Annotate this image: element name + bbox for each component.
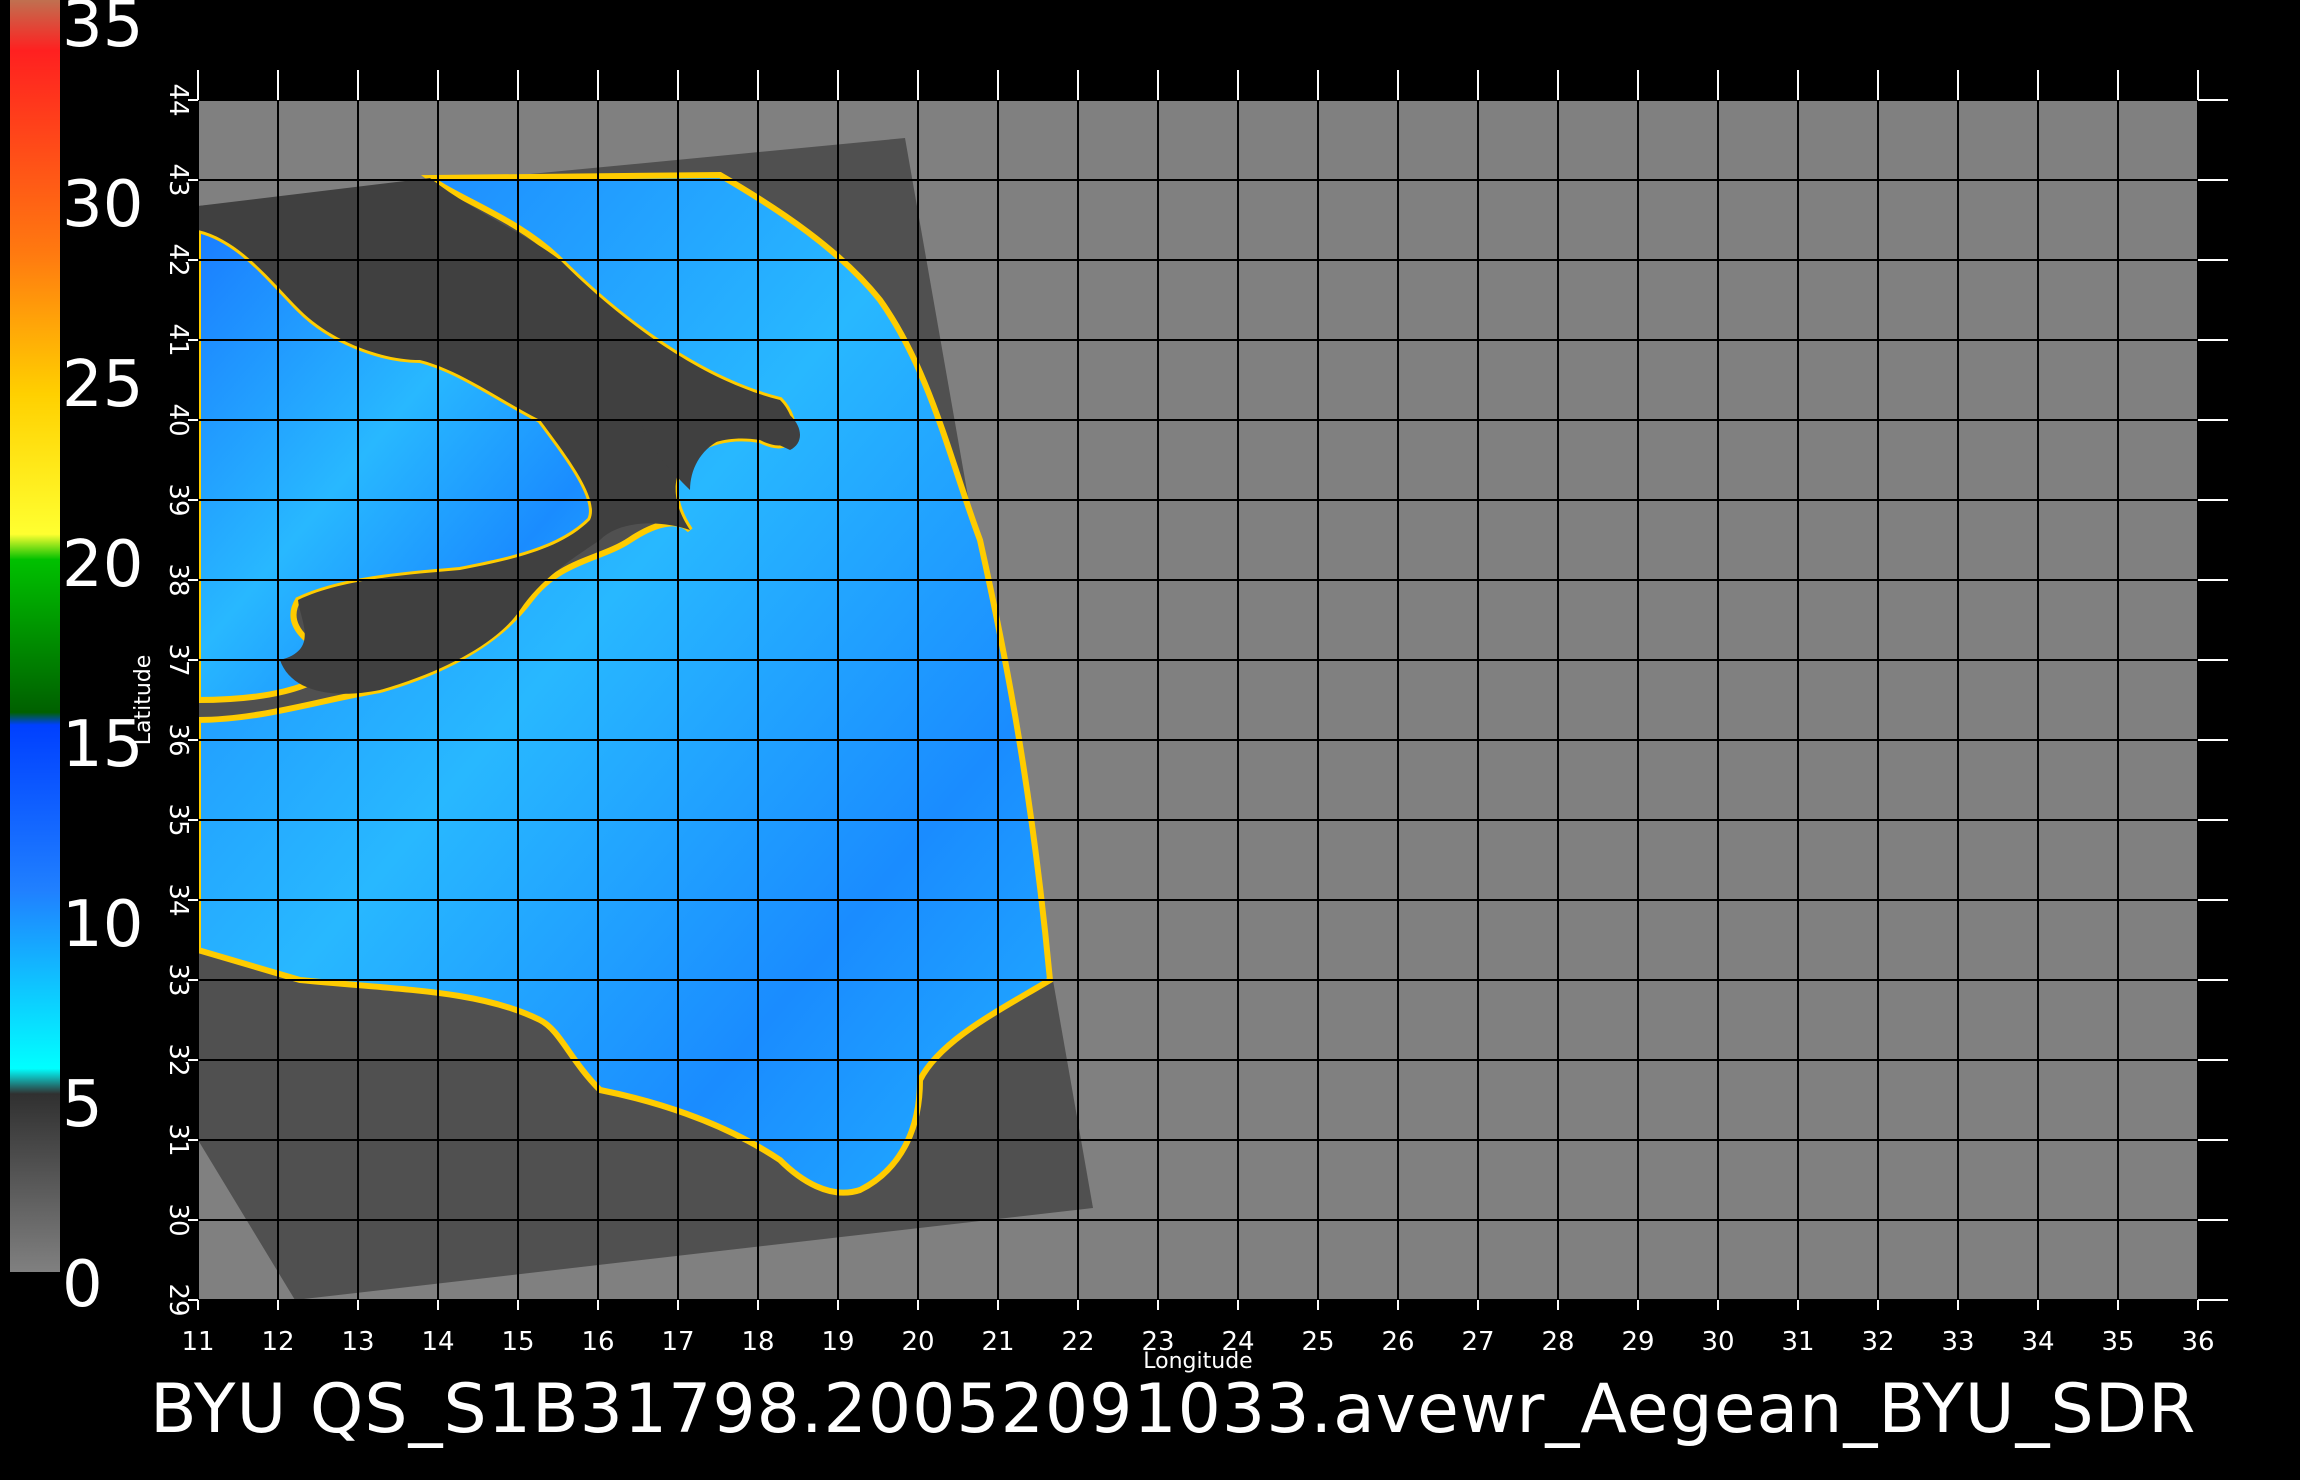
y-tick-label: 35 [163, 803, 193, 836]
x-tick-label: 34 [2021, 1327, 2054, 1357]
x-tick-label: 20 [901, 1327, 934, 1357]
y-tick-label: 34 [163, 883, 193, 916]
x-tick-label: 27 [1461, 1327, 1494, 1357]
y-tick-label: 42 [163, 243, 193, 276]
y-tick-label: 43 [163, 163, 193, 196]
y-tick-label: 36 [163, 723, 193, 756]
y-tick-label: 29 [163, 1283, 193, 1316]
x-tick-label: 31 [1781, 1327, 1814, 1357]
x-tick-label: 13 [341, 1327, 374, 1357]
x-tick-label: 17 [661, 1327, 694, 1357]
colorbar-label: 0 [62, 1248, 103, 1322]
y-tick-label: 44 [163, 83, 193, 116]
y-tick-label: 31 [163, 1123, 193, 1156]
y-tick-label: 40 [163, 403, 193, 436]
x-tick-label: 29 [1621, 1327, 1654, 1357]
x-tick-label: 35 [2101, 1327, 2134, 1357]
x-tick-label: 22 [1061, 1327, 1094, 1357]
x-tick-label: 12 [261, 1327, 294, 1357]
colorbar-label: 35 [62, 0, 143, 62]
colorbar-label: 30 [62, 168, 143, 242]
x-tick-label: 19 [821, 1327, 854, 1357]
wind-map-figure: 35302520151050 11 12 13 14 15 16 17 18 19 20 21 22 2… [10, 0, 2228, 1449]
map-area: 11 12 13 14 15 16 17 18 19 20 21 22 23 24 25 26 27 28 29 30… [131, 70, 2228, 1374]
colorbar-label: 20 [62, 528, 143, 602]
x-tick-label: 14 [421, 1327, 454, 1357]
x-tick-label: 36 [2181, 1327, 2214, 1357]
y-axis-label: Latitude [131, 655, 156, 746]
x-tick-label: 11 [181, 1327, 214, 1357]
x-tick-label: 18 [741, 1327, 774, 1357]
y-tick-label: 38 [163, 563, 193, 596]
colorbar-gradient [10, 0, 60, 1272]
x-tick-label: 30 [1701, 1327, 1734, 1357]
colorbar: 35302520151050 [10, 0, 143, 1322]
y-tick-label: 30 [163, 1203, 193, 1236]
y-tick-label: 39 [163, 483, 193, 516]
y-tick-label: 32 [163, 1043, 193, 1076]
figure-caption: BYU QS_S1B31798.20052091033.avewr_Aegean… [150, 1370, 2196, 1449]
y-tick-label: 41 [163, 323, 193, 356]
x-tick-label: 21 [981, 1327, 1014, 1357]
y-tick-label: 33 [163, 963, 193, 996]
x-tick-label: 15 [501, 1327, 534, 1357]
colorbar-label: 5 [62, 1068, 103, 1142]
x-tick-label: 26 [1381, 1327, 1414, 1357]
x-tick-label: 33 [1941, 1327, 1974, 1357]
x-tick-label: 32 [1861, 1327, 1894, 1357]
y-tick-label: 37 [163, 643, 193, 676]
x-tick-label: 25 [1301, 1327, 1334, 1357]
x-tick-label: 16 [581, 1327, 614, 1357]
x-tick-label: 28 [1541, 1327, 1574, 1357]
colorbar-label: 10 [62, 888, 143, 962]
colorbar-label: 25 [62, 348, 143, 422]
